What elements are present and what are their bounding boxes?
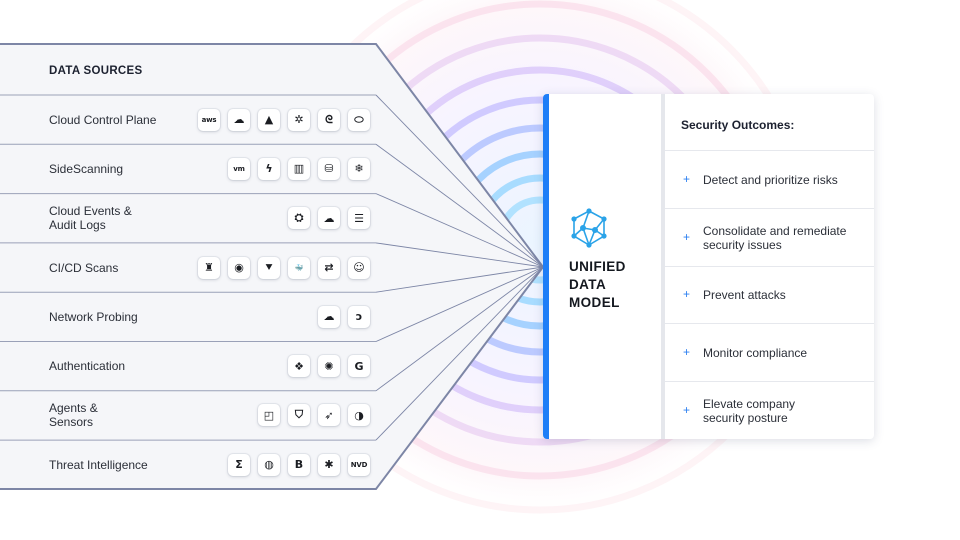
unified-data-model-card: UNIFIED DATA MODEL Security Outcomes: + D… <box>543 94 874 439</box>
azure-icon: ▲ <box>258 108 280 131</box>
plus-icon: + <box>683 229 691 244</box>
sigma-icon: Σ <box>228 453 250 476</box>
google-cloud-icon: ☁ <box>228 108 250 131</box>
plus-icon: + <box>683 403 691 418</box>
security-outcomes-panel: Security Outcomes: + Detect and prioritiz… <box>665 94 874 439</box>
jenkins-icon: ♜ <box>198 256 220 279</box>
endpoint-agent-icon: ◰ <box>258 404 280 427</box>
accent-bar <box>543 94 549 439</box>
data-source-icons: vm ϟ ▥ ⛁ ❄ <box>228 157 370 180</box>
docker-icon: 🐳 <box>288 256 310 279</box>
title-line: MODEL <box>569 295 620 310</box>
security-outcome-text: Prevent attacks <box>703 288 786 303</box>
title-line: DATA <box>569 277 607 292</box>
data-source-label: Threat Intelligence <box>49 457 148 472</box>
security-outcome-item: + Monitor compliance <box>665 323 874 382</box>
network-graph-icon <box>569 208 609 253</box>
security-outcome-text: Consolidate and remediate security issue… <box>703 223 847 252</box>
security-outcome-text: Elevate company security posture <box>703 397 796 426</box>
crowdstrike-falcon-icon: ➶ <box>318 404 340 427</box>
data-source-label: Cloud Events & Audit Logs <box>49 204 132 233</box>
ci-bot-icon: ☺ <box>348 256 370 279</box>
sensor-icon: ◑ <box>348 404 370 427</box>
security-outcome-item: + Consolidate and remediate security issu… <box>665 207 874 267</box>
data-sources-header: DATA SOURCES <box>49 65 143 77</box>
data-source-icons: ♜ ◉ ⯆ 🐳 ⇄ ☺ <box>198 256 370 279</box>
alibaba-cloud-icon: ᘓ <box>318 108 340 131</box>
diagram-stage: DATA SOURCES Cloud Control Plane aws ☁ ▲ ✲ ᘓ ⬭… <box>0 0 960 540</box>
database-bucket-icon: ⛁ <box>318 157 340 180</box>
cloudtrail-icon: ⛭ <box>288 207 310 230</box>
b-feed-icon: B <box>288 453 310 476</box>
cloudflare-icon: ☁ <box>318 305 340 328</box>
container-registry-icon: ▥ <box>288 157 310 180</box>
google-icon: G <box>348 355 370 378</box>
lambda-function-icon: ϟ <box>258 157 280 180</box>
security-outcome-text: Monitor compliance <box>703 346 808 361</box>
github-icon: ◉ <box>228 256 250 279</box>
data-source-label: Cloud Control Plane <box>49 112 157 127</box>
data-source-icons: ☁ ↄ <box>318 305 370 328</box>
security-outcome-item: + Prevent attacks <box>665 265 874 325</box>
data-source-label: Authentication <box>49 359 126 374</box>
event-hub-icon: ☰ <box>348 207 370 230</box>
security-outcomes-header: Security Outcomes: <box>681 118 795 132</box>
shield-icon: ⛉ <box>288 404 310 427</box>
data-source-label: CI/CD Scans <box>49 260 119 275</box>
aws-icon: aws <box>198 108 220 131</box>
vmware-icon: vm <box>228 157 250 180</box>
cloud-logging-icon: ☁ <box>318 207 340 230</box>
oracle-cloud-icon: ⬭ <box>348 108 370 131</box>
security-outcome-item: + Detect and prioritize risks <box>665 150 874 209</box>
nvd-icon: NVD <box>348 453 370 476</box>
plus-icon: + <box>683 171 691 186</box>
bug-icon: ✱ <box>318 453 340 476</box>
data-source-icons: Σ ◍ B ✱ NVD <box>228 453 370 476</box>
jfrog-icon: ⇄ <box>318 256 340 279</box>
kubernetes-icon: ✲ <box>288 108 310 131</box>
data-source-label: SideScanning <box>49 161 124 176</box>
snowflake-icon: ❄ <box>348 157 370 180</box>
threat-feed-globe-icon: ◍ <box>258 453 280 476</box>
unified-data-model-title: UNIFIED DATA MODEL <box>569 258 659 312</box>
data-source-icons: ◰ ⛉ ➶ ◑ <box>258 404 370 427</box>
data-source-label: Network Probing <box>49 309 138 324</box>
security-outcome-item: + Elevate company security posture <box>665 381 874 439</box>
plus-icon: + <box>683 287 691 302</box>
data-source-icons: aws ☁ ▲ ✲ ᘓ ⬭ <box>198 108 370 131</box>
data-source-label: Agents & Sensors <box>49 401 98 430</box>
data-source-icons: ⛭ ☁ ☰ <box>288 207 370 230</box>
akamai-icon: ↄ <box>348 305 370 328</box>
okta-diamond-icon: ❖ <box>288 355 310 378</box>
plus-icon: + <box>683 345 691 360</box>
title-line: UNIFIED <box>569 259 626 274</box>
data-source-icons: ❖ ✺ G <box>288 355 370 378</box>
security-outcome-text: Detect and prioritize risks <box>703 172 838 187</box>
terraform-icon: ⯆ <box>258 256 280 279</box>
okta-sun-icon: ✺ <box>318 355 340 378</box>
